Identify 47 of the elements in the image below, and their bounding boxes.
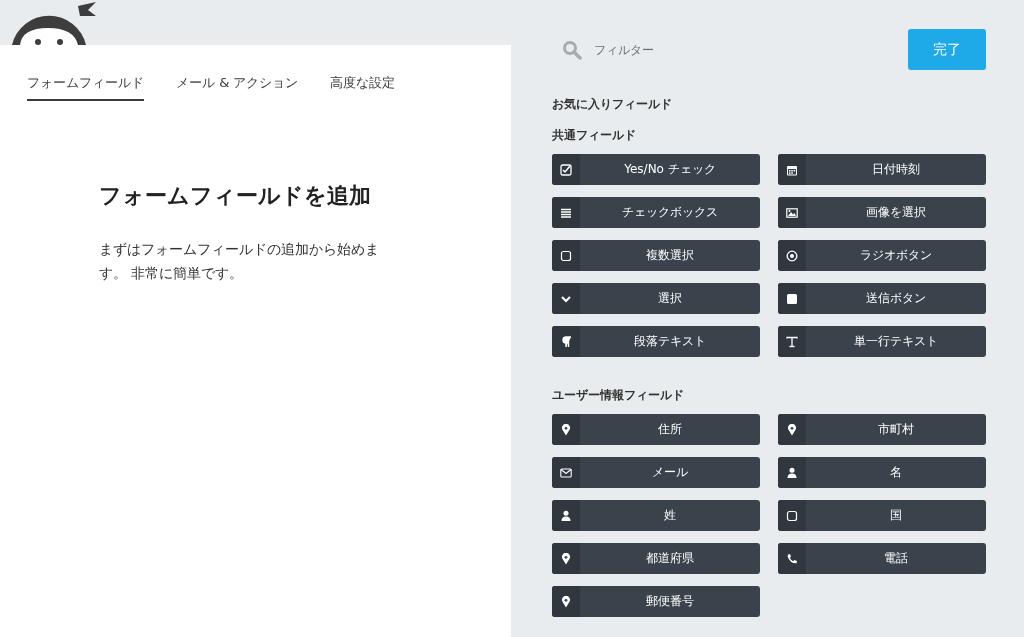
image-icon xyxy=(786,206,798,219)
section-heading: 共通フィールド xyxy=(552,127,637,144)
field-button[interactable]: 単一行テキスト xyxy=(778,326,986,357)
map-pin-icon xyxy=(560,423,572,436)
list-icon xyxy=(560,206,572,219)
field-button[interactable]: 姓 xyxy=(552,500,760,531)
field-button[interactable]: 名 xyxy=(778,457,986,488)
field-button[interactable]: 送信ボタン xyxy=(778,283,986,314)
pilcrow-icon xyxy=(560,335,572,348)
field-button[interactable]: 段落テキスト xyxy=(552,326,760,357)
map-pin-icon xyxy=(560,595,572,608)
search-icon xyxy=(562,39,582,60)
field-button[interactable]: 複数選択 xyxy=(552,240,760,271)
field-button[interactable]: 国 xyxy=(778,500,986,531)
field-button[interactable]: 選択 xyxy=(552,283,760,314)
field-button[interactable]: メール xyxy=(552,457,760,488)
filter-field[interactable]: フィルター xyxy=(592,41,796,58)
field-button[interactable]: Yes/No チェック xyxy=(552,154,760,185)
user-icon xyxy=(560,509,572,522)
field-button[interactable]: 日付時刻 xyxy=(778,154,986,185)
phone-icon xyxy=(786,552,798,565)
field-button[interactable]: 郵便番号 xyxy=(552,586,760,617)
section-heading: お気に入りフィールド xyxy=(552,96,673,113)
checkbox-icon xyxy=(560,163,572,176)
calendar-icon xyxy=(786,163,798,176)
intro-text: まずはフォームフィールドの追加から始めます。 非常に簡単です。 xyxy=(99,240,380,283)
section-title: フォームフィールドを追加 xyxy=(99,182,372,210)
user-icon xyxy=(786,466,798,479)
filled-square-icon xyxy=(786,292,798,305)
field-button[interactable]: 電話 xyxy=(778,543,986,574)
field-button[interactable]: 住所 xyxy=(552,414,760,445)
field-button[interactable]: 都道府県 xyxy=(552,543,760,574)
square-icon xyxy=(560,249,572,262)
field-button[interactable]: チェックボックス xyxy=(552,197,760,228)
section-heading: ユーザー情報フィールド xyxy=(552,387,685,404)
square-icon xyxy=(786,509,798,522)
envelope-icon xyxy=(560,466,572,479)
field-button[interactable]: ラジオボタン xyxy=(778,240,986,271)
radio-icon xyxy=(786,249,798,262)
field-button[interactable]: 画像を選択 xyxy=(778,197,986,228)
tab[interactable]: 高度な設定 xyxy=(330,71,396,101)
tab[interactable]: メール & アクション xyxy=(176,71,299,101)
map-pin-icon xyxy=(786,423,798,436)
text-icon xyxy=(786,335,798,348)
tab[interactable]: フォームフィールド xyxy=(27,71,144,101)
map-pin-icon xyxy=(560,552,572,565)
field-button[interactable]: 市町村 xyxy=(778,414,986,445)
